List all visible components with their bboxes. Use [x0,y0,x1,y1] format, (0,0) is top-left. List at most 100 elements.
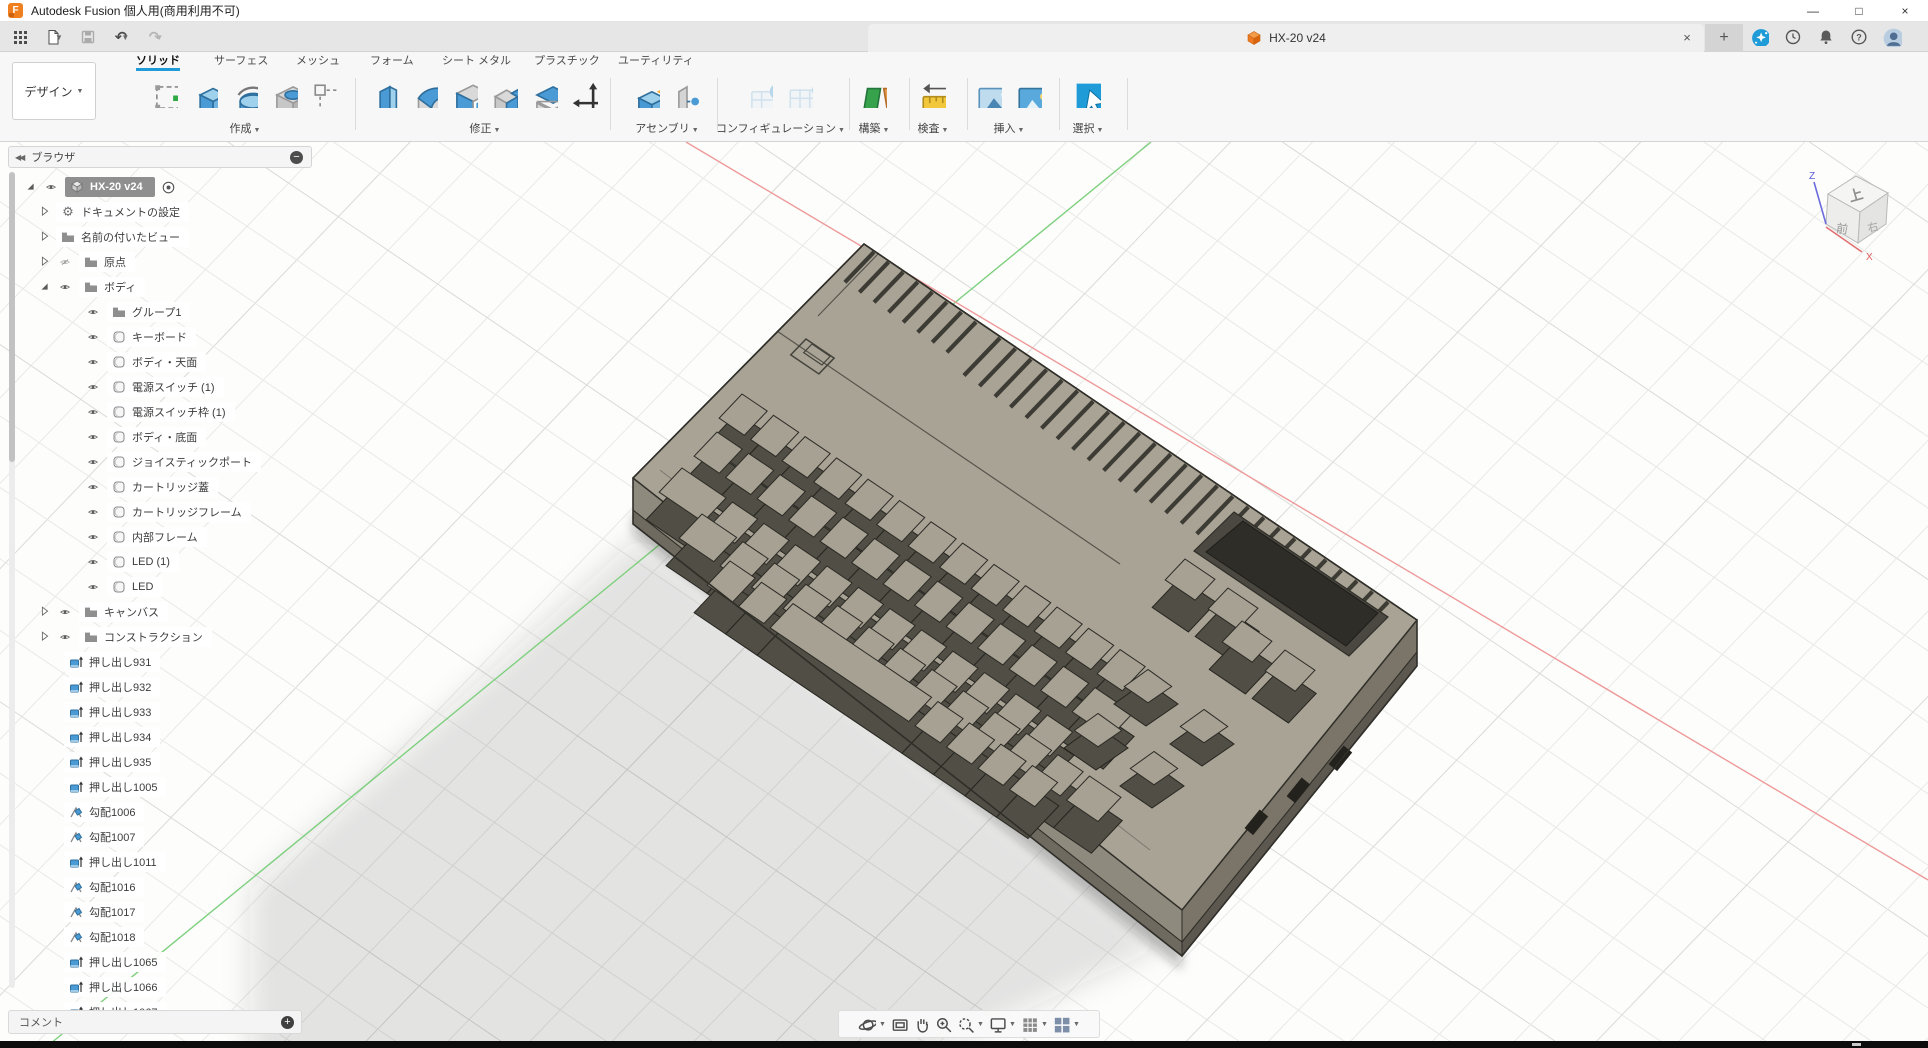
tree-item-chip[interactable]: 押し出し1065 [64,952,166,972]
combine-icon[interactable] [488,76,522,114]
construct-icon[interactable] [857,76,891,114]
collapsed-arrow-icon[interactable] [38,255,52,269]
tree-item-chip[interactable]: 原点 [79,252,135,272]
visibility-eye-icon[interactable] [84,581,102,593]
inspect-icon[interactable] [916,76,950,114]
tree-item-27[interactable]: 押し出し1011 [64,851,166,873]
insert-image-icon[interactable] [1012,76,1046,114]
visibility-eye-icon[interactable] [42,181,60,193]
ribbon-tab-2[interactable]: メッシュ [296,52,340,71]
tree-item-3[interactable]: 原点 [38,251,135,273]
notifications-bell-icon[interactable] [1814,25,1838,49]
tree-item-24[interactable]: 押し出し1005 [64,776,166,798]
tree-item-chip[interactable]: 押し出し1066 [64,977,166,997]
visibility-eye-icon[interactable] [56,256,74,268]
visibility-eye-icon[interactable] [84,356,102,368]
viewports-caret[interactable]: ▼ [1073,1021,1081,1028]
tree-item-8[interactable]: 電源スイッチ (1) [84,376,224,398]
tree-item-22[interactable]: 押し出し934 [64,726,160,748]
visibility-eye-icon[interactable] [84,331,102,343]
visibility-eye-icon[interactable] [56,606,74,618]
visibility-eye-icon[interactable] [84,456,102,468]
tree-item-chip[interactable]: ボディ・底面 [107,427,206,447]
orbit-caret[interactable]: ▼ [879,1021,887,1028]
grid-settings-icon[interactable] [1019,1014,1039,1034]
extrude-icon[interactable] [188,76,222,114]
fit-caret[interactable]: ▼ [977,1021,985,1028]
redo-icon[interactable]: ↷▼ [144,25,168,49]
group-dropdown-0[interactable]: 作成▼ [140,120,350,136]
tree-item-32[interactable]: 押し出し1066 [64,976,166,998]
tree-item-1[interactable]: ⚙ドキュメントの設定 [38,201,189,223]
pan-icon[interactable] [911,1014,931,1034]
tree-item-chip[interactable]: ジョイスティックポート [107,452,261,472]
tree-item-chip[interactable]: 押し出し935 [64,752,160,772]
scrollbar-thumb[interactable] [9,172,15,462]
tree-item-chip[interactable]: 電源スイッチ枠 (1) [107,402,235,422]
browser-header[interactable]: ◀◀ ブラウザ − [8,146,312,168]
visibility-eye-icon[interactable] [84,531,102,543]
visibility-eye-icon[interactable] [84,381,102,393]
collapsed-arrow-icon[interactable] [38,230,52,244]
sketch-icon[interactable] [148,76,182,114]
browser-scrollbar[interactable] [9,172,15,988]
shell-icon[interactable] [448,76,482,114]
visibility-eye-icon[interactable] [56,281,74,293]
zoom-icon[interactable] [933,1014,953,1034]
tree-item-16[interactable]: LED [84,576,162,598]
tree-item-chip[interactable]: HX-20 v24 [65,177,155,197]
new-tab-button[interactable]: + [1705,24,1743,52]
tree-item-18[interactable]: コンストラクション [38,626,212,648]
tree-item-chip[interactable]: LED [107,577,162,597]
move-icon[interactable] [568,76,602,114]
expanded-arrow-icon[interactable] [38,280,52,294]
viewcube[interactable]: 上前右ZX [1790,148,1928,278]
ribbon-tab-0[interactable]: ソリッド [136,52,180,71]
user-avatar[interactable] [1880,25,1904,49]
joint-icon[interactable] [670,76,704,114]
ribbon-tab-3[interactable]: フォーム [370,52,414,71]
tree-item-chip[interactable]: カートリッジフレーム [107,502,251,522]
look-at-icon[interactable] [889,1014,909,1034]
tree-item-chip[interactable]: 名前の付いたビュー [56,227,189,247]
tree-item-chip[interactable]: 押し出し1005 [64,777,166,797]
expanded-arrow-icon[interactable] [24,180,38,194]
insert-canvas-icon[interactable] [972,76,1006,114]
tree-item-chip[interactable]: コンストラクション [79,627,212,647]
file-menu-icon[interactable]: ▼ [42,25,66,49]
activate-radio-icon[interactable] [161,180,176,195]
tree-item-chip[interactable]: 勾配1016 [64,877,144,897]
tree-item-6[interactable]: キーボード [84,326,196,348]
browser-collapse-icon[interactable]: − [290,151,303,164]
tree-item-23[interactable]: 押し出し935 [64,751,160,773]
group-dropdown-6[interactable]: 挿入▼ [964,120,1054,136]
tree-item-chip[interactable]: 勾配1007 [64,827,144,847]
maximize-button[interactable]: □ [1836,0,1882,22]
tree-item-chip[interactable]: カートリッジ蓋 [107,477,218,497]
tree-item-chip[interactable]: キーボード [107,327,196,347]
tree-item-chip[interactable]: 押し出し931 [64,652,160,672]
tree-item-11[interactable]: ジョイスティックポート [84,451,261,473]
tree-item-25[interactable]: 勾配1006 [64,801,144,823]
tree-item-14[interactable]: 内部フレーム [84,526,207,548]
tree-item-chip[interactable]: ボディ・天面 [107,352,206,372]
ribbon-tab-4[interactable]: シート メタル [442,52,511,71]
add-comment-icon[interactable]: + [281,1016,294,1029]
tree-item-chip[interactable]: 押し出し933 [64,702,160,722]
tree-item-4[interactable]: ボディ [38,276,145,298]
undo-icon[interactable]: ↶▼ [110,25,134,49]
app-grid-menu-icon[interactable] [8,25,32,49]
tree-item-chip[interactable]: 勾配1018 [64,927,144,947]
tree-item-21[interactable]: 押し出し933 [64,701,160,723]
tree-item-28[interactable]: 勾配1016 [64,876,144,898]
tree-item-chip[interactable]: 押し出し1011 [64,852,166,872]
tree-item-12[interactable]: カートリッジ蓋 [84,476,218,498]
tree-item-20[interactable]: 押し出し932 [64,676,160,698]
visibility-eye-icon[interactable] [84,431,102,443]
config-table-icon[interactable] [783,76,817,114]
hole-icon[interactable] [268,76,302,114]
extensions-icon[interactable] [1748,25,1772,49]
job-status-clock-icon[interactable] [1781,25,1805,49]
revolve-icon[interactable] [228,76,262,114]
visibility-eye-icon[interactable] [84,506,102,518]
